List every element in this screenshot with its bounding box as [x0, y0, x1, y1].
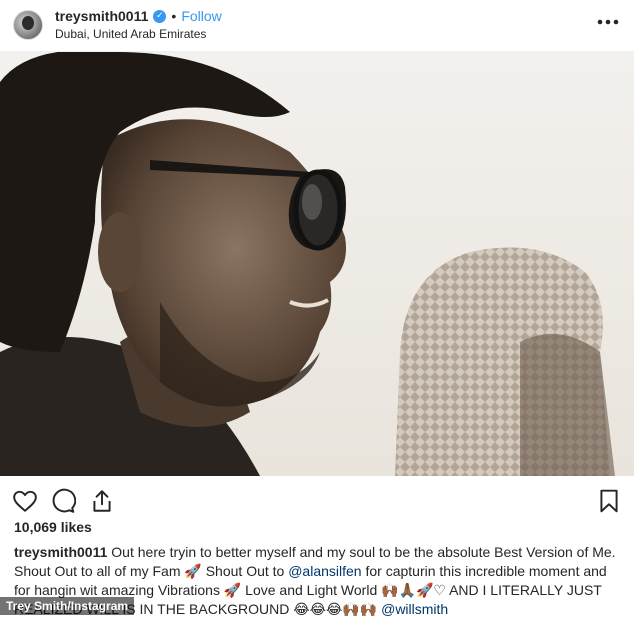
more-options-icon[interactable]	[596, 10, 620, 34]
photo-illustration	[0, 52, 634, 476]
location-link[interactable]: Dubai, United Arab Emirates	[55, 27, 206, 41]
mention-link[interactable]: @alansilfen	[288, 563, 361, 579]
user-row: treysmith0011 ✓ • Follow	[55, 7, 222, 25]
verified-badge-icon: ✓	[153, 9, 167, 23]
share-icon[interactable]	[89, 488, 115, 514]
post-header: treysmith0011 ✓ • Follow Dubai, United A…	[0, 0, 634, 52]
heart-icon[interactable]	[12, 488, 38, 514]
separator-dot: •	[171, 8, 177, 24]
action-bar	[0, 480, 634, 520]
post-photo[interactable]	[0, 52, 634, 476]
bookmark-icon[interactable]	[596, 488, 622, 514]
caption-username[interactable]: treysmith0011	[14, 544, 107, 560]
photo-credit: Trey Smith/Instagram	[0, 597, 135, 615]
avatar[interactable]	[13, 10, 43, 40]
ellipsis-icon	[597, 19, 619, 25]
username-link[interactable]: treysmith0011	[55, 8, 148, 24]
likes-count[interactable]: 10,069 likes	[14, 519, 92, 535]
follow-button[interactable]: Follow	[181, 8, 221, 24]
comment-icon[interactable]	[50, 488, 76, 514]
